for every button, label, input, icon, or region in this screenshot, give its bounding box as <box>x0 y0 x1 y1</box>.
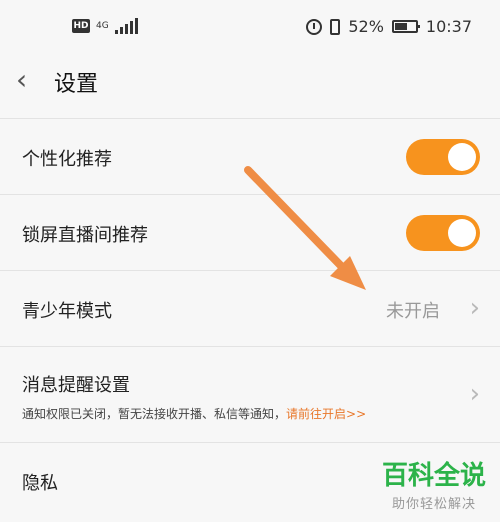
network-type-icon: 4G <box>96 20 109 31</box>
chevron-right-icon: › <box>469 293 480 323</box>
toggle-knob <box>448 219 476 247</box>
notification-note-text: 通知权限已关闭，暂无法接收开播、私信等通知， <box>22 407 287 421</box>
setting-row-notifications[interactable]: 消息提醒设置 通知权限已关闭，暂无法接收开播、私信等通知，请前往开启>> › <box>0 346 500 442</box>
vibrate-icon <box>330 18 341 35</box>
notification-note: 通知权限已关闭，暂无法接收开播、私信等通知，请前往开启>> <box>22 405 366 422</box>
personalized-toggle[interactable] <box>406 139 480 175</box>
toggle-knob <box>448 143 476 171</box>
watermark: 百科全说 助你轻松解决 <box>382 461 486 512</box>
status-bar: HD 4G 52% 10:37 <box>0 0 500 58</box>
setting-row-youth-mode[interactable]: 青少年模式 未开启 › <box>0 270 500 346</box>
setting-label: 个性化推荐 <box>22 149 112 170</box>
battery-percent: 52% <box>348 17 384 36</box>
settings-list: 个性化推荐 锁屏直播间推荐 青少年模式 未开启 › 消息提醒设置 通知权限已关闭… <box>0 118 500 518</box>
hd-icon: HD <box>72 19 90 33</box>
setting-row-personalized[interactable]: 个性化推荐 <box>0 118 500 194</box>
battery-icon <box>391 20 420 33</box>
setting-row-lockscreen[interactable]: 锁屏直播间推荐 <box>0 194 500 270</box>
status-left: HD 4G <box>72 18 138 34</box>
enable-notifications-link[interactable]: 请前往开启>> <box>286 407 366 421</box>
setting-label: 隐私 <box>22 473 58 494</box>
youth-mode-status: 未开启 <box>386 301 440 322</box>
watermark-title: 百科全说 <box>381 461 486 491</box>
signal-icon <box>114 18 138 34</box>
header: ‹ 设置 <box>0 58 500 118</box>
setting-label: 消息提醒设置 <box>22 375 130 396</box>
clock: 10:37 <box>425 17 472 36</box>
alarm-icon <box>306 18 323 35</box>
watermark-subtitle: 助你轻松解决 <box>391 497 476 512</box>
lockscreen-toggle[interactable] <box>406 215 480 251</box>
status-right: 52% 10:37 <box>306 17 472 36</box>
setting-label: 锁屏直播间推荐 <box>22 225 148 246</box>
setting-label: 青少年模式 <box>22 301 112 322</box>
back-icon[interactable]: ‹ <box>16 66 27 94</box>
chevron-right-icon: › <box>469 379 480 409</box>
page-title: 设置 <box>54 72 99 97</box>
